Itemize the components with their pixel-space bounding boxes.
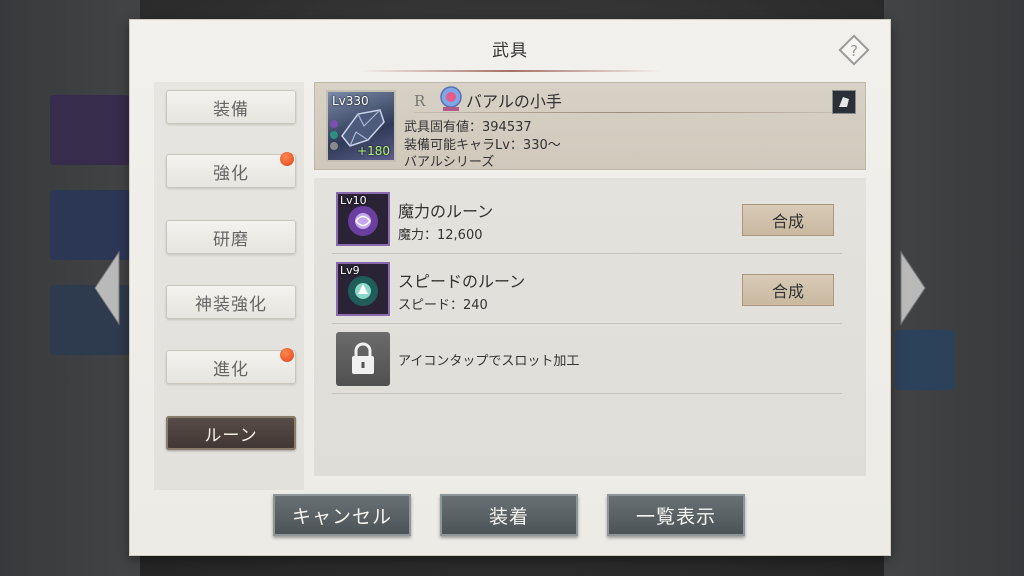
sidebar-item-label: 進化	[213, 359, 249, 380]
rune-slot-indicators	[330, 120, 338, 153]
sidebar-item-polish[interactable]: 研磨	[166, 220, 296, 254]
previous-arrow-icon[interactable]	[93, 250, 121, 326]
item-name: バアルの小手	[466, 92, 562, 111]
sidebar-item-label: 装備	[213, 99, 249, 120]
sidebar-item-enhance[interactable]: 強化	[166, 154, 296, 188]
list-view-button[interactable]: 一覧表示	[607, 494, 745, 536]
rune-slot: Lv9 スピードのルーン スピード：240 合成	[332, 256, 842, 324]
item-value: 武具固有値：394537	[404, 120, 532, 135]
row-divider	[332, 253, 842, 254]
next-arrow-icon[interactable]	[899, 250, 927, 326]
rune-stat: 魔力：12,600	[398, 228, 483, 243]
item-series: バアルシリーズ	[404, 155, 495, 170]
sidebar-item-label: ルーン	[204, 425, 258, 446]
list-view-button-label: 一覧表示	[635, 505, 716, 528]
element-icon	[438, 85, 464, 113]
sidebar-item-label: 強化	[213, 163, 249, 184]
notification-badge	[280, 348, 294, 362]
item-header: Lv330 +180 R バアルの小手 武具固有値：394537 装備可能キャラ…	[314, 82, 866, 170]
magic-rune-icon[interactable]: Lv10	[336, 192, 390, 246]
weapon-dialog: 武具 ? 装備 強化 研磨 神装強化 進化 ルーン Lv330 +180 R バ…	[130, 20, 890, 555]
equip-button-label: 装着	[488, 505, 529, 528]
help-icon[interactable]: ?	[836, 32, 872, 68]
sidebar-item-divine-enhance[interactable]: 神装強化	[166, 285, 296, 319]
rune-level: Lv9	[340, 264, 360, 277]
gauntlet-type-icon	[832, 90, 856, 114]
rune-panel: Lv10 魔力のルーン 魔力：12,600 合成 Lv9 スピードのルーン スピ…	[314, 178, 866, 476]
sidebar-item-equip[interactable]: 装備	[166, 90, 296, 124]
locked-slot-hint: アイコンタップでスロット加工	[398, 354, 580, 369]
speed-rune-icon[interactable]: Lv9	[336, 262, 390, 316]
item-level: Lv330	[332, 94, 369, 108]
sidebar-item-label: 神装強化	[195, 294, 267, 315]
lock-icon[interactable]	[336, 332, 390, 386]
sidebar-item-label: 研磨	[213, 229, 249, 250]
rune-stat: スピード：240	[398, 298, 488, 313]
rune-name: スピードのルーン	[398, 272, 526, 291]
row-divider	[332, 323, 842, 324]
cancel-button-label: キャンセル	[291, 505, 392, 528]
row-divider	[332, 393, 842, 394]
svg-text:?: ?	[850, 42, 858, 60]
cancel-button[interactable]: キャンセル	[273, 494, 411, 536]
equip-button[interactable]: 装着	[440, 494, 578, 536]
sidebar-item-rune[interactable]: ルーン	[166, 416, 296, 450]
item-thumbnail[interactable]: Lv330 +180	[326, 90, 396, 162]
combine-button-label: 合成	[771, 212, 804, 231]
name-divider	[414, 112, 834, 113]
dialog-title: 武具	[492, 41, 528, 61]
combine-button-label: 合成	[771, 282, 804, 301]
sidebar: 装備 強化 研磨 神装強化 進化 ルーン	[154, 82, 304, 490]
notification-badge	[280, 152, 294, 166]
rarity-label: R	[414, 92, 426, 110]
rune-level: Lv10	[340, 194, 367, 207]
combine-button[interactable]: 合成	[742, 274, 834, 306]
combine-button[interactable]: 合成	[742, 204, 834, 236]
rune-slot: Lv10 魔力のルーン 魔力：12,600 合成	[332, 186, 842, 254]
item-plus-value: +180	[357, 144, 390, 158]
title-underline	[360, 70, 660, 72]
sidebar-item-evolve[interactable]: 進化	[166, 350, 296, 384]
rune-name: 魔力のルーン	[398, 202, 494, 221]
locked-rune-slot: アイコンタップでスロット加工	[332, 326, 842, 394]
